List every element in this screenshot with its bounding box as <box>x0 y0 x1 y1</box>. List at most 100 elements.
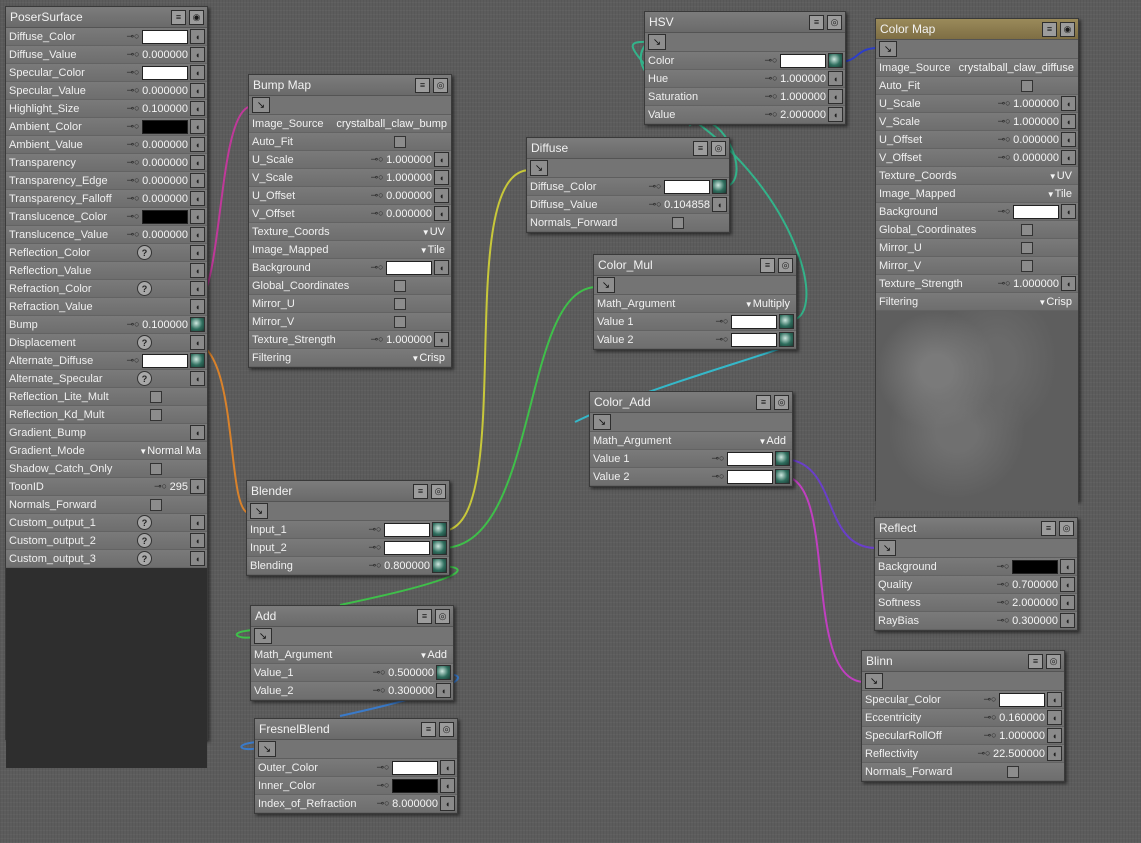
key-icon[interactable]: ⊸○ <box>975 748 993 759</box>
input-plug-icon[interactable]: ◖ <box>1060 613 1075 628</box>
preview-toggle-icon[interactable]: ◎ <box>431 483 446 499</box>
checkbox[interactable] <box>150 498 162 511</box>
node-header[interactable]: FresnelBlend ≡ ◎ <box>255 719 457 740</box>
input-plug-icon[interactable]: ◖ <box>712 197 727 212</box>
node-header[interactable]: HSV ≡ ◎ <box>645 12 845 33</box>
color-swatch[interactable] <box>142 353 188 368</box>
param-row-transparency-edge[interactable]: Transparency_Edge ⊸○ 0.000000 ◖ <box>6 172 207 190</box>
param-row-value-1[interactable]: Value 1 ⊸○ ◖ <box>594 313 796 331</box>
preview-toggle-icon[interactable]: ◎ <box>778 257 793 273</box>
key-icon[interactable]: ⊸○ <box>374 798 392 809</box>
key-icon[interactable]: ⊸○ <box>995 152 1013 163</box>
input-plug-icon[interactable]: ◖ <box>190 101 205 116</box>
menu-icon[interactable]: ≡ <box>421 721 436 737</box>
menu-icon[interactable]: ≡ <box>1041 520 1056 536</box>
key-icon[interactable]: ⊸○ <box>995 98 1013 109</box>
param-row-texture-coords[interactable]: Texture_Coords ▼UV <box>249 223 451 241</box>
input-plug-icon[interactable]: ◖ <box>190 227 205 242</box>
key-icon[interactable]: ⊸○ <box>368 334 386 345</box>
param-row-v-offset[interactable]: V_Offset ⊸○ 0.000000 ◖ <box>876 149 1078 167</box>
input-plug-icon[interactable]: ◖ <box>190 245 205 260</box>
param-row-shadow-catch-only[interactable]: Shadow_Catch_Only <box>6 460 207 478</box>
checkbox[interactable] <box>1007 765 1019 778</box>
key-icon[interactable]: ⊸○ <box>124 157 142 168</box>
param-row-specular-color[interactable]: Specular_Color ⊸○ ◖ <box>6 64 207 82</box>
key-icon[interactable]: ⊸○ <box>124 85 142 96</box>
key-icon[interactable]: ⊸○ <box>713 334 731 345</box>
param-value[interactable]: 0.000000 <box>142 139 190 151</box>
param-row-normals-forward[interactable]: Normals_Forward <box>6 496 207 514</box>
node-tool-icon[interactable]: ↘ <box>648 34 666 50</box>
param-row-bump[interactable]: Bump ⊸○0.100000◖ <box>6 316 207 334</box>
param-value[interactable]: 0.300000 <box>1012 615 1060 627</box>
input-plug-icon[interactable]: ◖ <box>440 760 455 775</box>
input-plug-icon[interactable]: ◖ <box>434 332 449 347</box>
key-icon[interactable]: ⊸○ <box>374 762 392 773</box>
dropdown[interactable]: ▼Tile <box>420 244 451 256</box>
color-swatch[interactable] <box>731 314 777 329</box>
color-swatch[interactable] <box>142 119 188 134</box>
param-value[interactable]: 0.700000 <box>1012 579 1060 591</box>
param-row-image-mapped[interactable]: Image_Mapped ▼Tile <box>249 241 451 259</box>
checkbox[interactable] <box>672 216 684 229</box>
input-plug-icon[interactable]: ◖ <box>190 173 205 188</box>
key-icon[interactable]: ⊸○ <box>124 193 142 204</box>
key-icon[interactable]: ⊸○ <box>981 712 999 723</box>
image-source-value[interactable]: crystalball_claw_bump <box>336 118 451 130</box>
param-row-value[interactable]: Value ⊸○ 2.000000 ◖ <box>645 106 845 124</box>
param-value[interactable]: 0.000000 <box>142 49 190 61</box>
input-plug-icon[interactable]: ◖ <box>434 170 449 185</box>
node-header[interactable]: Color_Mul ≡ ◎ <box>594 255 796 276</box>
key-icon[interactable]: ⊸○ <box>762 55 780 66</box>
param-value[interactable]: 0.000000 <box>142 157 190 169</box>
node-blinn[interactable]: Blinn ≡ ◎ ↘ Specular_Color ⊸○ ◖ Eccentricit… <box>861 650 1065 782</box>
color-swatch[interactable] <box>384 522 430 537</box>
key-icon[interactable]: ⊸○ <box>124 121 142 132</box>
param-row-value-2[interactable]: Value_2 ⊸○ 0.300000 ◖ <box>251 682 453 700</box>
param-row-global-coordinates[interactable]: Global_Coordinates <box>249 277 451 295</box>
param-row-hue[interactable]: Hue ⊸○ 1.000000 ◖ <box>645 70 845 88</box>
param-value[interactable]: 22.500000 <box>993 748 1047 760</box>
param-value[interactable]: 0.800000 <box>384 560 432 572</box>
preview-toggle-icon[interactable]: ◎ <box>1046 653 1061 669</box>
connected-input-plug-icon[interactable]: ◖ <box>190 317 205 332</box>
param-row-u-offset[interactable]: U_Offset ⊸○ 0.000000 ◖ <box>876 131 1078 149</box>
param-row-texture-strength[interactable]: Texture_Strength ⊸○ 1.000000 ◖ <box>876 275 1078 293</box>
key-icon[interactable]: ⊸○ <box>368 208 386 219</box>
help-icon[interactable]: ? <box>137 245 152 260</box>
key-icon[interactable]: ⊸○ <box>124 31 142 42</box>
param-value[interactable]: 0.500000 <box>388 667 436 679</box>
key-icon[interactable]: ⊸○ <box>374 780 392 791</box>
node-tool-icon[interactable]: ↘ <box>258 741 276 757</box>
color-swatch[interactable] <box>999 692 1045 707</box>
param-value[interactable]: 1.000000 <box>1013 278 1061 290</box>
input-plug-icon[interactable]: ◖ <box>828 71 843 86</box>
dropdown[interactable]: ▼UV <box>422 226 451 238</box>
node-blender[interactable]: Blender ≡ ◎ ↘ Input_1⊸○◖Input_2⊸○◖Blendi… <box>246 480 450 576</box>
key-icon[interactable]: ⊸○ <box>124 67 142 78</box>
param-row-reflection-color[interactable]: Reflection_Color? ◖ <box>6 244 207 262</box>
param-row-math-argument[interactable]: Math_Argument ▼Multiply <box>594 295 796 313</box>
key-icon[interactable]: ⊸○ <box>646 181 664 192</box>
input-plug-icon[interactable]: ◖ <box>190 47 205 62</box>
param-row-custom-output-3[interactable]: Custom_output_3? ◖ <box>6 550 207 568</box>
param-row-custom-output-1[interactable]: Custom_output_1? ◖ <box>6 514 207 532</box>
key-icon[interactable]: ⊸○ <box>370 685 388 696</box>
input-plug-icon[interactable]: ◖ <box>436 683 451 698</box>
input-plug-icon[interactable]: ◖ <box>190 83 205 98</box>
image-source-value[interactable]: crystalball_claw_diffuse <box>959 62 1078 74</box>
node-header[interactable]: PoserSurface ≡ ◉ <box>6 7 207 28</box>
param-row-gradient-mode[interactable]: Gradient_Mode ▼Normal Ma <box>6 442 207 460</box>
param-row-texture-coords[interactable]: Texture_Coords ▼UV <box>876 167 1078 185</box>
param-row-custom-output-2[interactable]: Custom_output_2? ◖ <box>6 532 207 550</box>
input-plug-icon[interactable]: ◖ <box>1060 559 1075 574</box>
color-swatch[interactable] <box>1012 559 1058 574</box>
checkbox[interactable] <box>1021 241 1033 254</box>
node-poser-surface[interactable]: PoserSurface ≡ ◉ Diffuse_Color ⊸○ ◖ Diffuse… <box>5 6 208 768</box>
input-plug-icon[interactable]: ◖ <box>434 188 449 203</box>
param-value[interactable]: 1.000000 <box>1013 98 1061 110</box>
param-row-highlight-size[interactable]: Highlight_Size ⊸○ 0.100000 ◖ <box>6 100 207 118</box>
param-row-outer-color[interactable]: Outer_Color ⊸○ ◖ <box>255 759 457 777</box>
param-value[interactable]: 1.000000 <box>386 334 434 346</box>
input-plug-icon[interactable]: ◖ <box>1047 728 1062 743</box>
